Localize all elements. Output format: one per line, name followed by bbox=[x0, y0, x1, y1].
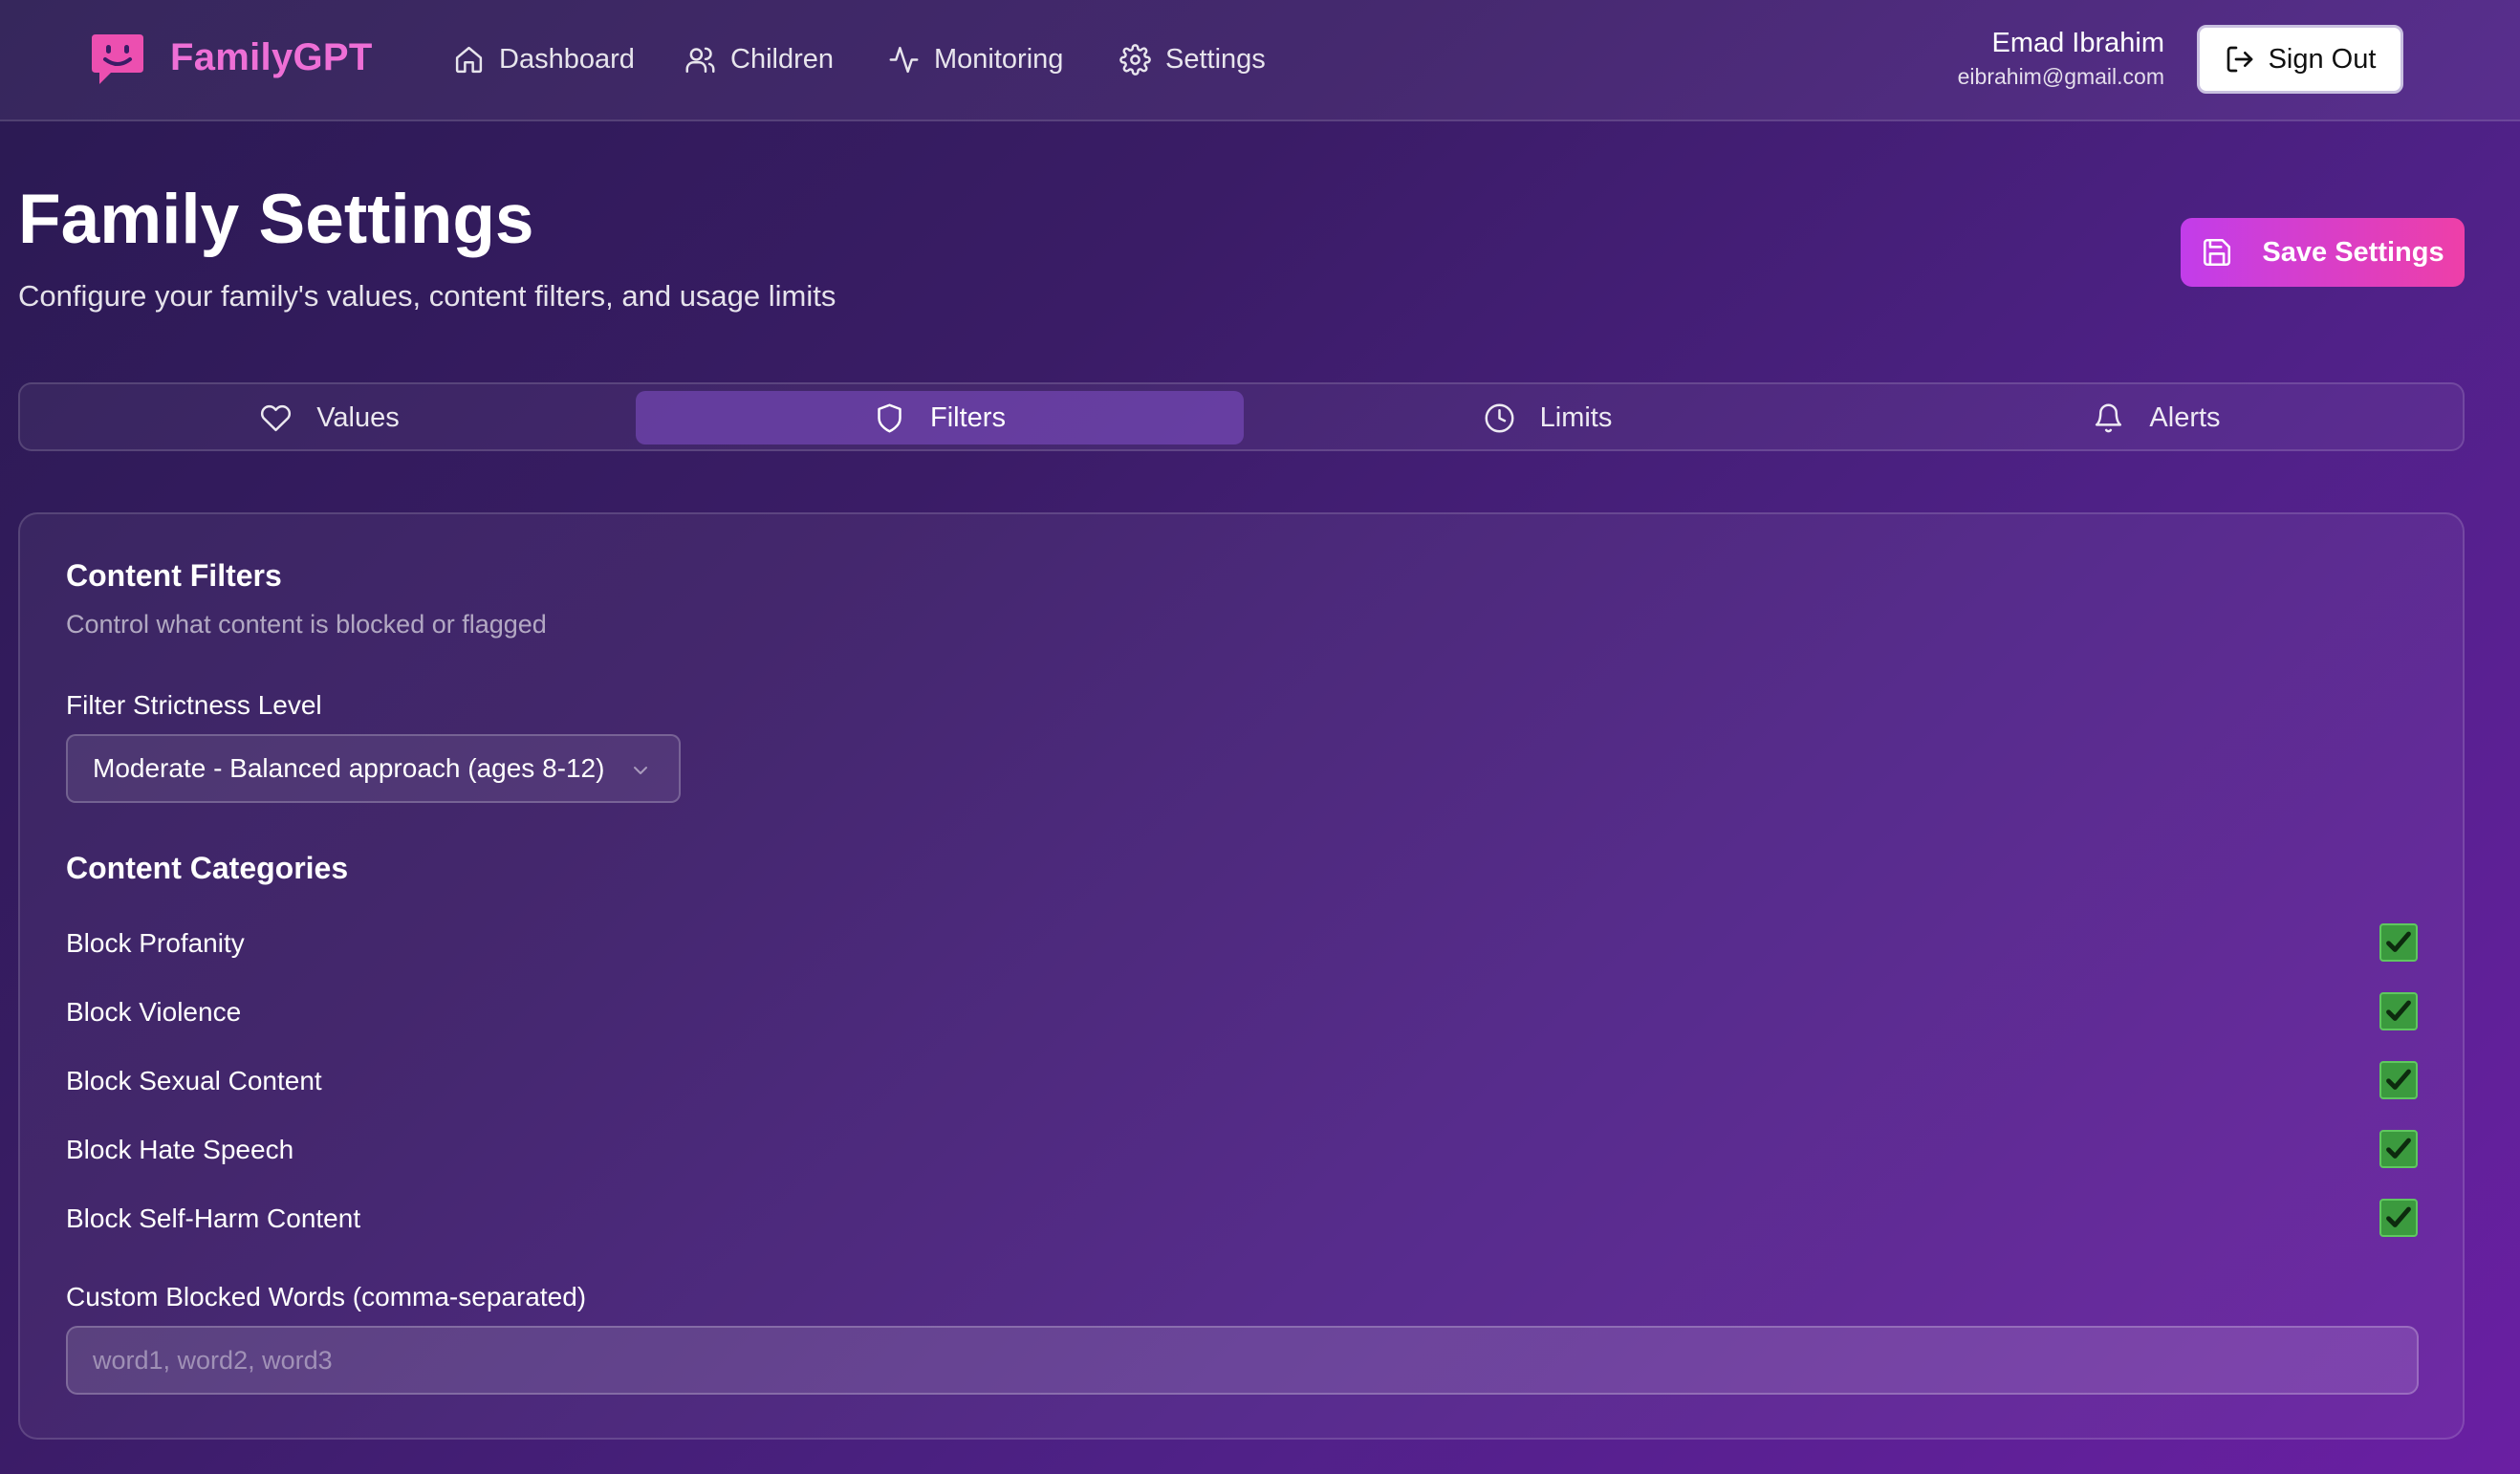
block-sexual-content-checkbox[interactable] bbox=[2379, 1061, 2418, 1099]
nav-label: Settings bbox=[1165, 43, 1266, 75]
page-title: Family Settings bbox=[18, 181, 534, 258]
top-navigation-bar: FamilyGPT Dashboard Children Monitoring … bbox=[0, 0, 2520, 121]
user-name: Emad Ibrahim bbox=[1991, 28, 2164, 58]
nav-dashboard[interactable]: Dashboard bbox=[453, 38, 635, 80]
brand-name[interactable]: FamilyGPT bbox=[170, 36, 373, 79]
family-chat-logo-icon[interactable] bbox=[90, 33, 145, 86]
content-filters-card: Content Filters Control what content is … bbox=[18, 512, 2465, 1440]
log-out-icon bbox=[2227, 46, 2252, 73]
home-icon bbox=[455, 46, 483, 73]
save-settings-button[interactable]: Save Settings bbox=[2181, 218, 2465, 287]
user-email: eibrahim@gmail.com bbox=[1957, 64, 2164, 89]
tab-limits[interactable]: Limits bbox=[1244, 391, 1852, 444]
users-icon bbox=[685, 47, 715, 73]
category-label: Block Violence bbox=[66, 997, 242, 1027]
nav-monitoring[interactable]: Monitoring bbox=[888, 38, 1063, 80]
block-violence-checkbox[interactable] bbox=[2379, 992, 2418, 1030]
chevron-down-icon bbox=[634, 767, 647, 774]
nav-settings[interactable]: Settings bbox=[1119, 38, 1266, 80]
tab-label: Values bbox=[316, 401, 400, 433]
sign-out-button[interactable]: Sign Out bbox=[2197, 25, 2403, 94]
activity-icon bbox=[889, 46, 919, 73]
clock-icon bbox=[1485, 403, 1514, 432]
strictness-value: Moderate - Balanced approach (ages 8-12) bbox=[93, 753, 605, 783]
check-icon bbox=[2386, 931, 2411, 952]
nav-children[interactable]: Children bbox=[684, 38, 834, 80]
strictness-label: Filter Strictness Level bbox=[66, 690, 322, 720]
categories-title: Content Categories bbox=[66, 851, 349, 885]
tab-values[interactable]: Values bbox=[26, 391, 634, 444]
save-settings-label: Save Settings bbox=[2262, 236, 2444, 268]
nav-label: Children bbox=[730, 43, 834, 75]
heart-icon bbox=[261, 404, 292, 431]
category-label: Block Profanity bbox=[66, 928, 245, 958]
card-title: Content Filters bbox=[66, 558, 282, 593]
check-icon bbox=[2386, 1069, 2411, 1090]
page-subtitle: Configure your family's values, content … bbox=[18, 279, 836, 313]
card-description: Control what content is blocked or flagg… bbox=[66, 610, 547, 639]
tab-label: Limits bbox=[1539, 401, 1613, 433]
strictness-select[interactable]: Moderate - Balanced approach (ages 8-12) bbox=[66, 734, 681, 803]
tab-filters[interactable]: Filters bbox=[636, 391, 1244, 444]
category-label: Block Hate Speech bbox=[66, 1135, 294, 1164]
gear-icon bbox=[1119, 43, 1151, 76]
sign-out-label: Sign Out bbox=[2268, 43, 2377, 75]
check-icon bbox=[2386, 1138, 2411, 1159]
shield-icon bbox=[878, 403, 902, 432]
category-label: Block Self-Harm Content bbox=[66, 1203, 361, 1233]
save-icon bbox=[2204, 238, 2231, 267]
tab-label: Alerts bbox=[2149, 401, 2221, 433]
block-hate-speech-checkbox[interactable] bbox=[2379, 1130, 2418, 1168]
block-self-harm-checkbox[interactable] bbox=[2379, 1199, 2418, 1237]
tab-alerts[interactable]: Alerts bbox=[1853, 391, 2461, 444]
block-profanity-checkbox[interactable] bbox=[2379, 923, 2418, 962]
check-icon bbox=[2386, 1000, 2411, 1021]
tab-label: Filters bbox=[930, 401, 1006, 433]
check-icon bbox=[2386, 1206, 2411, 1227]
nav-label: Monitoring bbox=[934, 43, 1064, 75]
custom-blocked-words-input[interactable] bbox=[66, 1326, 2419, 1395]
custom-words-label: Custom Blocked Words (comma-separated) bbox=[66, 1282, 587, 1311]
settings-tabs: Values Filters Limits Alerts bbox=[18, 382, 2465, 451]
bell-icon bbox=[2096, 403, 2122, 432]
nav-label: Dashboard bbox=[499, 43, 635, 75]
category-label: Block Sexual Content bbox=[66, 1066, 322, 1095]
